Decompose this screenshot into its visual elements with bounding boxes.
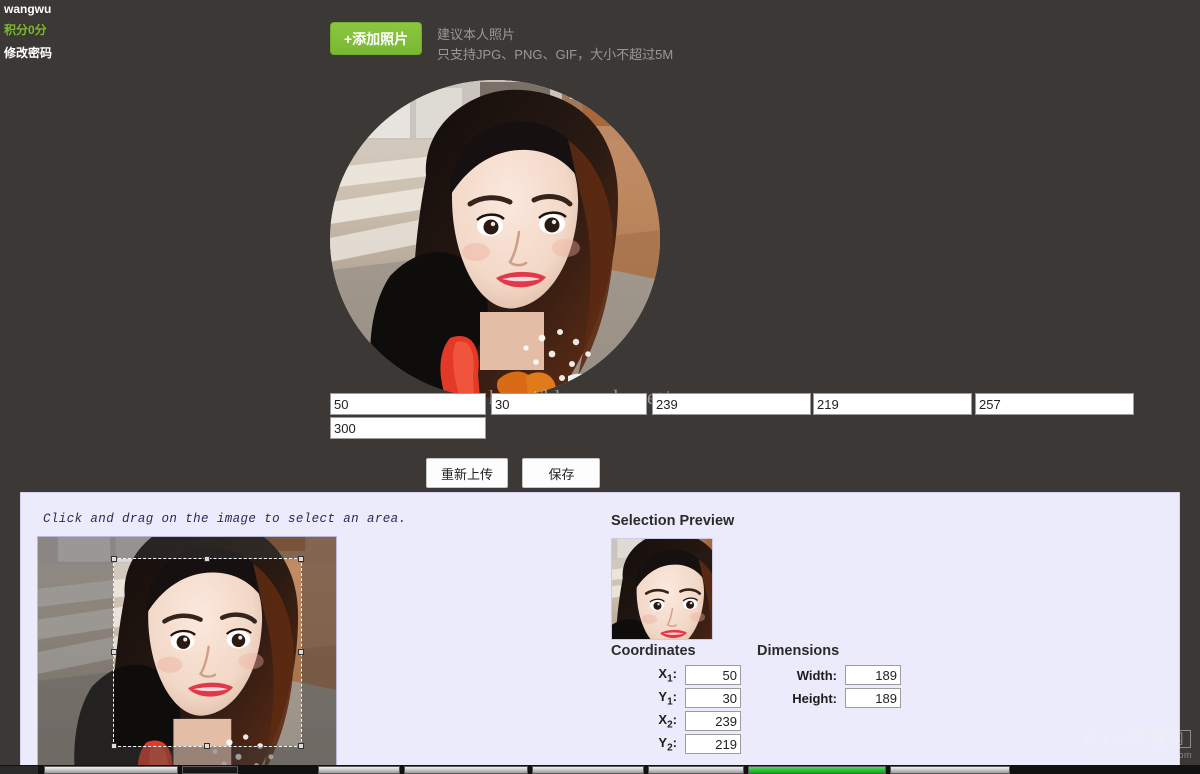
avatar-image — [330, 80, 660, 398]
add-photo-button[interactable]: +添加照片 — [330, 22, 422, 55]
crop-handle-s[interactable] — [204, 743, 210, 749]
taskbar-start-button[interactable] — [0, 766, 38, 774]
readout-width[interactable] — [845, 665, 901, 685]
readout-y2[interactable] — [685, 734, 741, 754]
upload-hint-line-1: 建议本人照片 — [437, 27, 516, 42]
crop-selection-image — [114, 559, 301, 746]
readout-x1[interactable] — [685, 665, 741, 685]
input-crop-size[interactable] — [975, 393, 1134, 415]
row-x1: X1: — [611, 665, 741, 685]
action-button-row: 重新上传 保存 — [426, 458, 610, 488]
label-width: Width: — [796, 667, 837, 683]
row-x2: X2: — [611, 711, 741, 731]
user-info-block: wangwu 积分0分 修改密码 — [4, 0, 264, 62]
input-y2[interactable] — [813, 393, 972, 415]
selection-preview-thumbnail — [611, 538, 713, 640]
taskbar-item-2[interactable] — [182, 766, 238, 774]
os-taskbar — [0, 765, 1200, 774]
crop-instruction-text: Click and drag on the image to select an… — [43, 512, 407, 526]
row-y1: Y1: — [611, 688, 741, 708]
selection-preview-image — [612, 539, 712, 639]
input-x2[interactable] — [652, 393, 811, 415]
crop-handle-ne[interactable] — [298, 556, 304, 562]
avatar-circle-preview — [330, 80, 660, 398]
crop-handle-sw[interactable] — [111, 743, 117, 749]
crop-handle-w[interactable] — [111, 649, 117, 655]
taskbar-item-5[interactable] — [532, 766, 644, 774]
crop-handle-e[interactable] — [298, 649, 304, 655]
save-button[interactable]: 保存 — [522, 458, 601, 488]
input-x1[interactable] — [330, 393, 486, 415]
coordinates-group: Coordinates X1: Y1: X2: Y2: — [611, 643, 741, 757]
taskbar-item-6[interactable] — [648, 766, 744, 774]
row-width: Width: — [757, 665, 901, 685]
taskbar-item-7[interactable] — [748, 766, 886, 774]
crop-image-stage[interactable] — [37, 536, 337, 770]
readout-height[interactable] — [845, 688, 901, 708]
input-crop-width[interactable] — [330, 417, 486, 439]
taskbar-item-4[interactable] — [404, 766, 528, 774]
label-x1: X1: — [658, 665, 677, 685]
row-height: Height: — [757, 688, 901, 708]
label-y1: Y1: — [658, 688, 677, 708]
readout-y1[interactable] — [685, 688, 741, 708]
selection-preview-column: Selection Preview — [611, 513, 734, 640]
change-password-link[interactable]: 修改密码 — [4, 45, 264, 62]
crop-handle-nw[interactable] — [111, 556, 117, 562]
input-y1[interactable] — [491, 393, 647, 415]
dimensions-group: Dimensions Width: Height: — [757, 643, 901, 711]
row-y2: Y2: — [611, 734, 741, 754]
dimensions-heading: Dimensions — [757, 643, 840, 659]
upload-hint: 建议本人照片 只支持JPG、PNG、GIF，大小不超过5M — [437, 25, 673, 65]
selection-preview-title: Selection Preview — [611, 513, 735, 529]
readout-x2[interactable] — [685, 711, 741, 731]
crop-handle-n[interactable] — [204, 556, 210, 562]
label-height: Height: — [792, 690, 837, 706]
crop-handle-se[interactable] — [298, 743, 304, 749]
label-x2: X2: — [658, 711, 677, 731]
jcrop-panel: Click and drag on the image to select an… — [20, 492, 1180, 770]
taskbar-item-3[interactable] — [318, 766, 400, 774]
upload-hint-line-2: 只支持JPG、PNG、GIF，大小不超过5M — [437, 47, 674, 63]
user-points: 积分0分 — [4, 23, 47, 38]
coordinates-heading: Coordinates — [611, 643, 696, 659]
label-y2: Y2: — [658, 734, 677, 754]
user-name: wangwu — [4, 2, 52, 16]
reupload-button[interactable]: 重新上传 — [426, 458, 509, 488]
crop-selection-box[interactable] — [113, 558, 302, 747]
taskbar-item-1[interactable] — [44, 766, 178, 774]
taskbar-item-8[interactable] — [890, 766, 1010, 774]
